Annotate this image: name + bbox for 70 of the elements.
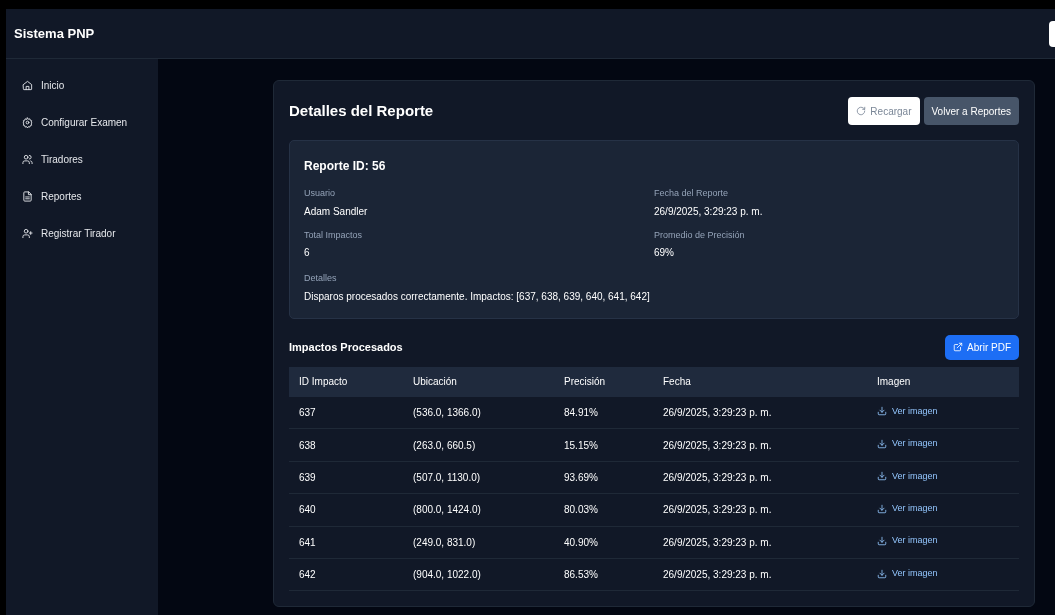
download-icon — [877, 471, 887, 482]
view-image-link[interactable]: Ver imagen — [877, 566, 938, 581]
report-heading: Reporte ID: 56 — [304, 158, 387, 175]
table-cell: 26/9/2025, 3:29:23 p. m. — [663, 536, 772, 548]
document-icon — [22, 190, 33, 202]
download-icon — [877, 503, 887, 514]
table-cell: 80.03% — [564, 504, 598, 516]
table-cell: 642 — [299, 569, 316, 581]
back-button[interactable]: Volver a Reportes — [923, 97, 1019, 125]
table-cell: 93.69% — [564, 471, 598, 483]
table-cell: (249.0, 831.0) — [413, 536, 476, 548]
sidebar-link[interactable]: Inicio — [41, 77, 65, 93]
home-icon — [22, 79, 33, 91]
table-cell: 639 — [299, 471, 316, 483]
sidebar-link[interactable]: Configurar Examen — [41, 114, 128, 130]
field-label: Promedio de Precisión — [654, 228, 746, 242]
table-cell: (536.0, 1366.0) — [413, 406, 481, 418]
table-cell: 640 — [299, 504, 316, 516]
table-cell: 15.15% — [564, 439, 598, 451]
column-header: ID Impacto — [299, 376, 348, 387]
view-image-link[interactable]: Ver imagen — [877, 534, 938, 548]
settings-icon — [22, 116, 33, 128]
column-header: Ubicación — [413, 376, 457, 387]
table-cell: (263.0, 660.5) — [413, 439, 476, 451]
column-header: Imagen — [877, 376, 911, 387]
sidebar-link[interactable]: Registrar Tirador — [41, 225, 116, 241]
header-button[interactable] — [1049, 20, 1055, 47]
table-cell: 26/9/2025, 3:29:23 p. m. — [663, 504, 772, 516]
view-image-link[interactable]: Ver imagen — [877, 502, 938, 516]
table-cell: 26/9/2025, 3:29:23 p. m. — [663, 406, 772, 418]
external-link-icon — [953, 342, 964, 352]
table-cell: 26/9/2025, 3:29:23 p. m. — [663, 439, 772, 451]
sidebar-link[interactable]: Reportes — [41, 188, 82, 204]
table-cell: (800.0, 1424.0) — [413, 504, 481, 516]
view-image-link[interactable]: Ver imagen — [877, 404, 938, 419]
field-value: Disparos procesados correctamente. Impactos: [637, 638, 639, 640, 641, 642] — [304, 289, 651, 304]
table-cell: 641 — [299, 536, 316, 548]
table-cell: (507.0, 1130.0) — [413, 471, 481, 483]
page-title: Detalles del Reporte — [289, 100, 434, 121]
view-image-link[interactable]: Ver imagen — [877, 437, 938, 451]
app-title: Sistema PNP — [13, 24, 95, 43]
table-cell: (904.0, 1022.0) — [413, 569, 481, 581]
table-cell: 26/9/2025, 3:29:23 p. m. — [663, 471, 772, 483]
table-cell: 638 — [299, 439, 316, 451]
field-value: 69% — [654, 246, 675, 260]
table-cell: 637 — [299, 406, 316, 418]
download-icon — [877, 438, 887, 449]
download-icon — [877, 536, 887, 547]
field-label: Usuario — [304, 187, 336, 200]
table-cell: 84.91% — [564, 406, 598, 418]
field-label: Fecha del Reporte — [654, 187, 730, 200]
section-title: Impactos Procesados — [289, 339, 403, 355]
field-label: Detalles — [304, 272, 338, 285]
table-cell: 86.53% — [564, 569, 598, 581]
user-plus-icon — [22, 227, 33, 239]
field-value: 26/9/2025, 3:29:23 p. m. — [654, 204, 764, 219]
view-image-link[interactable]: Ver imagen — [877, 469, 938, 484]
column-header: Fecha — [663, 376, 691, 387]
sidebar-link[interactable]: Tiradores — [41, 151, 83, 167]
refresh-icon — [856, 106, 867, 116]
download-icon — [877, 568, 887, 579]
column-header: Precisión — [564, 376, 606, 387]
table-cell: 40.90% — [564, 536, 598, 548]
download-icon — [877, 406, 887, 417]
users-icon — [22, 153, 33, 165]
field-label: Total Impactos — [304, 228, 364, 242]
field-value: Adam Sandler — [304, 204, 369, 219]
open-pdf-button[interactable]: Abrir PDF — [945, 334, 1019, 360]
field-value: 6 — [304, 246, 311, 260]
table-cell: 26/9/2025, 3:29:23 p. m. — [663, 569, 772, 581]
